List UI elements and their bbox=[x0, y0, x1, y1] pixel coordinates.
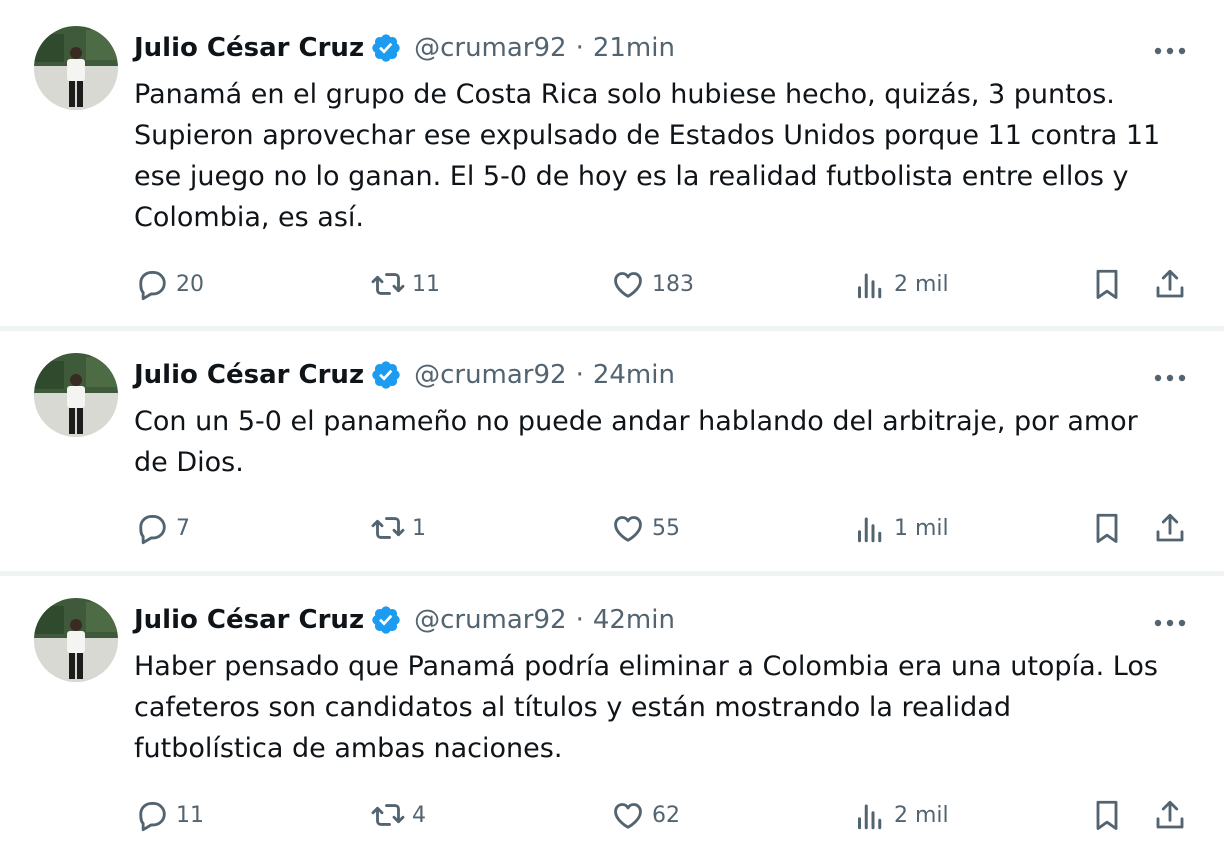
timestamp[interactable]: 24min bbox=[593, 360, 675, 390]
bookmark-icon bbox=[1089, 266, 1125, 302]
author-handle[interactable]: @crumar92 bbox=[414, 33, 567, 63]
more-options-icon[interactable] bbox=[1150, 363, 1190, 393]
tweet[interactable]: Julio César Cruz @crumar92 · 42min Haber… bbox=[0, 576, 1224, 857]
avatar[interactable] bbox=[34, 26, 118, 110]
tweet-actions: 20 11 183 2 mil bbox=[134, 264, 1194, 304]
heart-icon bbox=[610, 797, 646, 833]
retweet-button[interactable]: 11 bbox=[370, 264, 440, 304]
tweet-header: Julio César Cruz @crumar92 · 21min bbox=[134, 30, 675, 66]
separator-dot: · bbox=[575, 33, 584, 63]
retweet-icon bbox=[370, 266, 406, 302]
tweet-actions: 7 1 55 1 mil bbox=[134, 508, 1194, 548]
author-name[interactable]: Julio César Cruz bbox=[134, 360, 364, 390]
views-chart-icon bbox=[852, 510, 888, 546]
retweet-button[interactable]: 1 bbox=[370, 508, 426, 548]
reply-icon bbox=[134, 510, 170, 546]
like-count: 183 bbox=[652, 271, 694, 297]
author-handle[interactable]: @crumar92 bbox=[414, 360, 567, 390]
avatar[interactable] bbox=[34, 598, 118, 682]
retweet-button[interactable]: 4 bbox=[370, 795, 426, 835]
heart-icon bbox=[610, 510, 646, 546]
share-icon bbox=[1152, 510, 1188, 546]
retweet-count: 4 bbox=[412, 802, 426, 828]
retweet-count: 1 bbox=[412, 515, 426, 541]
views-button[interactable]: 1 mil bbox=[852, 508, 949, 548]
tweet-header: Julio César Cruz @crumar92 · 24min bbox=[134, 357, 675, 393]
author-name[interactable]: Julio César Cruz bbox=[134, 33, 364, 63]
bookmark-button[interactable] bbox=[1089, 795, 1125, 835]
reply-icon bbox=[134, 266, 170, 302]
bookmark-icon bbox=[1089, 510, 1125, 546]
share-icon bbox=[1152, 797, 1188, 833]
more-options-icon[interactable] bbox=[1150, 608, 1190, 638]
reply-button[interactable]: 20 bbox=[134, 264, 204, 304]
views-chart-icon bbox=[852, 266, 888, 302]
reply-icon bbox=[134, 797, 170, 833]
share-button[interactable] bbox=[1152, 264, 1188, 304]
views-count: 2 mil bbox=[894, 271, 949, 297]
timestamp[interactable]: 21min bbox=[593, 33, 675, 63]
reply-button[interactable]: 7 bbox=[134, 508, 190, 548]
tweet[interactable]: Julio César Cruz @crumar92 · 24min Con u… bbox=[0, 331, 1224, 571]
tweet-header: Julio César Cruz @crumar92 · 42min bbox=[134, 602, 675, 638]
separator-dot: · bbox=[575, 360, 584, 390]
separator-dot: · bbox=[575, 605, 584, 635]
author-name[interactable]: Julio César Cruz bbox=[134, 605, 364, 635]
bookmark-button[interactable] bbox=[1089, 508, 1125, 548]
reply-count: 7 bbox=[176, 515, 190, 541]
verified-badge-icon bbox=[370, 32, 402, 64]
retweet-icon bbox=[370, 510, 406, 546]
like-button[interactable]: 183 bbox=[610, 264, 694, 304]
retweet-icon bbox=[370, 797, 406, 833]
more-options-icon[interactable] bbox=[1150, 36, 1190, 66]
tweet-actions: 11 4 62 2 mil bbox=[134, 795, 1194, 835]
share-icon bbox=[1152, 266, 1188, 302]
reply-count: 20 bbox=[176, 271, 204, 297]
like-count: 62 bbox=[652, 802, 680, 828]
like-button[interactable]: 55 bbox=[610, 508, 680, 548]
tweet-feed: Julio César Cruz @crumar92 · 21min Panam… bbox=[0, 0, 1224, 857]
avatar[interactable] bbox=[34, 353, 118, 437]
reply-count: 11 bbox=[176, 802, 204, 828]
retweet-count: 11 bbox=[412, 271, 440, 297]
like-count: 55 bbox=[652, 515, 680, 541]
share-button[interactable] bbox=[1152, 795, 1188, 835]
verified-badge-icon bbox=[370, 604, 402, 636]
tweet-text: Haber pensado que Panamá podría eliminar… bbox=[134, 651, 1158, 764]
like-button[interactable]: 62 bbox=[610, 795, 680, 835]
bookmark-button[interactable] bbox=[1089, 264, 1125, 304]
verified-badge-icon bbox=[370, 359, 402, 391]
bookmark-icon bbox=[1089, 797, 1125, 833]
views-chart-icon bbox=[852, 797, 888, 833]
share-button[interactable] bbox=[1152, 508, 1188, 548]
views-count: 2 mil bbox=[894, 802, 949, 828]
tweet-text: Panamá en el grupo de Costa Rica solo hu… bbox=[134, 79, 1161, 233]
author-handle[interactable]: @crumar92 bbox=[414, 605, 567, 635]
tweet-text: Con un 5-0 el panameño no puede andar ha… bbox=[134, 406, 1138, 478]
views-count: 1 mil bbox=[894, 515, 949, 541]
views-button[interactable]: 2 mil bbox=[852, 264, 949, 304]
views-button[interactable]: 2 mil bbox=[852, 795, 949, 835]
heart-icon bbox=[610, 266, 646, 302]
reply-button[interactable]: 11 bbox=[134, 795, 204, 835]
timestamp[interactable]: 42min bbox=[593, 605, 675, 635]
tweet[interactable]: Julio César Cruz @crumar92 · 21min Panam… bbox=[0, 0, 1224, 326]
